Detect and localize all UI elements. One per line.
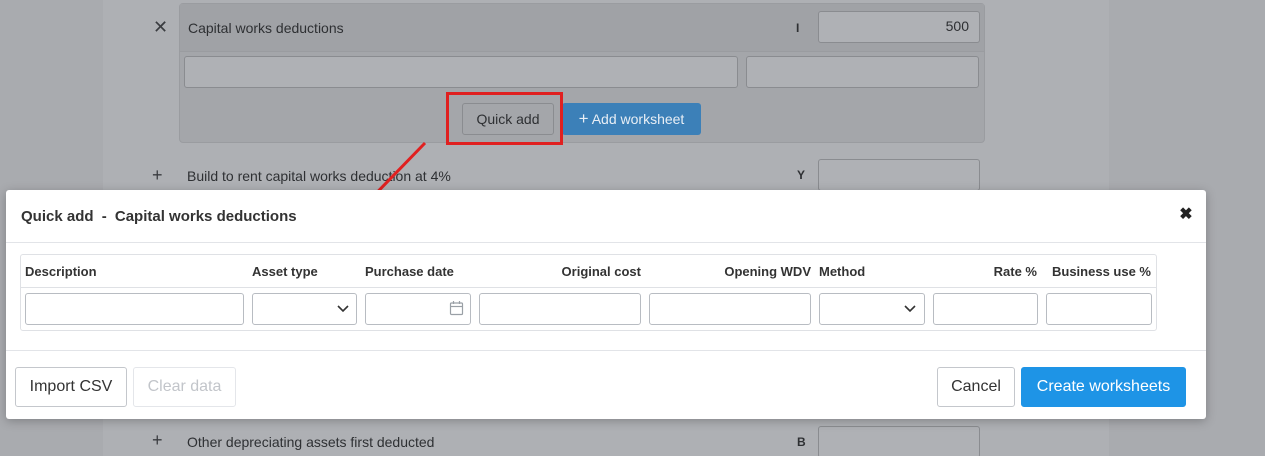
modal-header: Quick add - Capital works deductions ✖	[6, 190, 1206, 243]
cancel-button[interactable]: Cancel	[937, 367, 1015, 407]
description-input[interactable]	[25, 293, 244, 325]
column-header-asset-type: Asset type	[252, 264, 318, 279]
column-header-opening-wdv: Opening WDV	[724, 264, 811, 279]
close-icon[interactable]: ✖	[1178, 207, 1194, 223]
modal-title: Quick add - Capital works deductions	[21, 208, 297, 225]
quick-add-table: Description Asset type Purchase date Ori…	[20, 254, 1157, 331]
column-header-original-cost: Original cost	[561, 264, 641, 279]
chevron-down-icon	[904, 305, 916, 313]
import-csv-button[interactable]: Import CSV	[15, 367, 127, 407]
modal-title-separator: -	[101, 208, 107, 225]
column-header-rate: Rate %	[993, 264, 1037, 279]
quick-add-modal: Quick add - Capital works deductions ✖ D…	[6, 190, 1206, 419]
column-header-description: Description	[25, 264, 97, 279]
table-header-row: Description Asset type Purchase date Ori…	[21, 255, 1156, 288]
modal-title-sub: Capital works deductions	[114, 208, 297, 225]
opening-wdv-input[interactable]	[649, 293, 811, 325]
rate-input[interactable]	[933, 293, 1038, 325]
column-header-business-use: Business use %	[1052, 264, 1151, 279]
calendar-icon[interactable]	[449, 300, 464, 316]
clear-data-button[interactable]: Clear data	[133, 367, 236, 407]
chevron-down-icon	[337, 305, 349, 313]
create-worksheets-button[interactable]: Create worksheets	[1021, 367, 1186, 407]
modal-title-main: Quick add	[21, 208, 94, 225]
modal-footer: Import CSV Clear data Cancel Create work…	[6, 350, 1206, 419]
column-header-method: Method	[819, 264, 866, 279]
business-use-input[interactable]	[1046, 293, 1152, 325]
original-cost-input[interactable]	[479, 293, 641, 325]
column-header-purchase-date: Purchase date	[365, 264, 454, 279]
